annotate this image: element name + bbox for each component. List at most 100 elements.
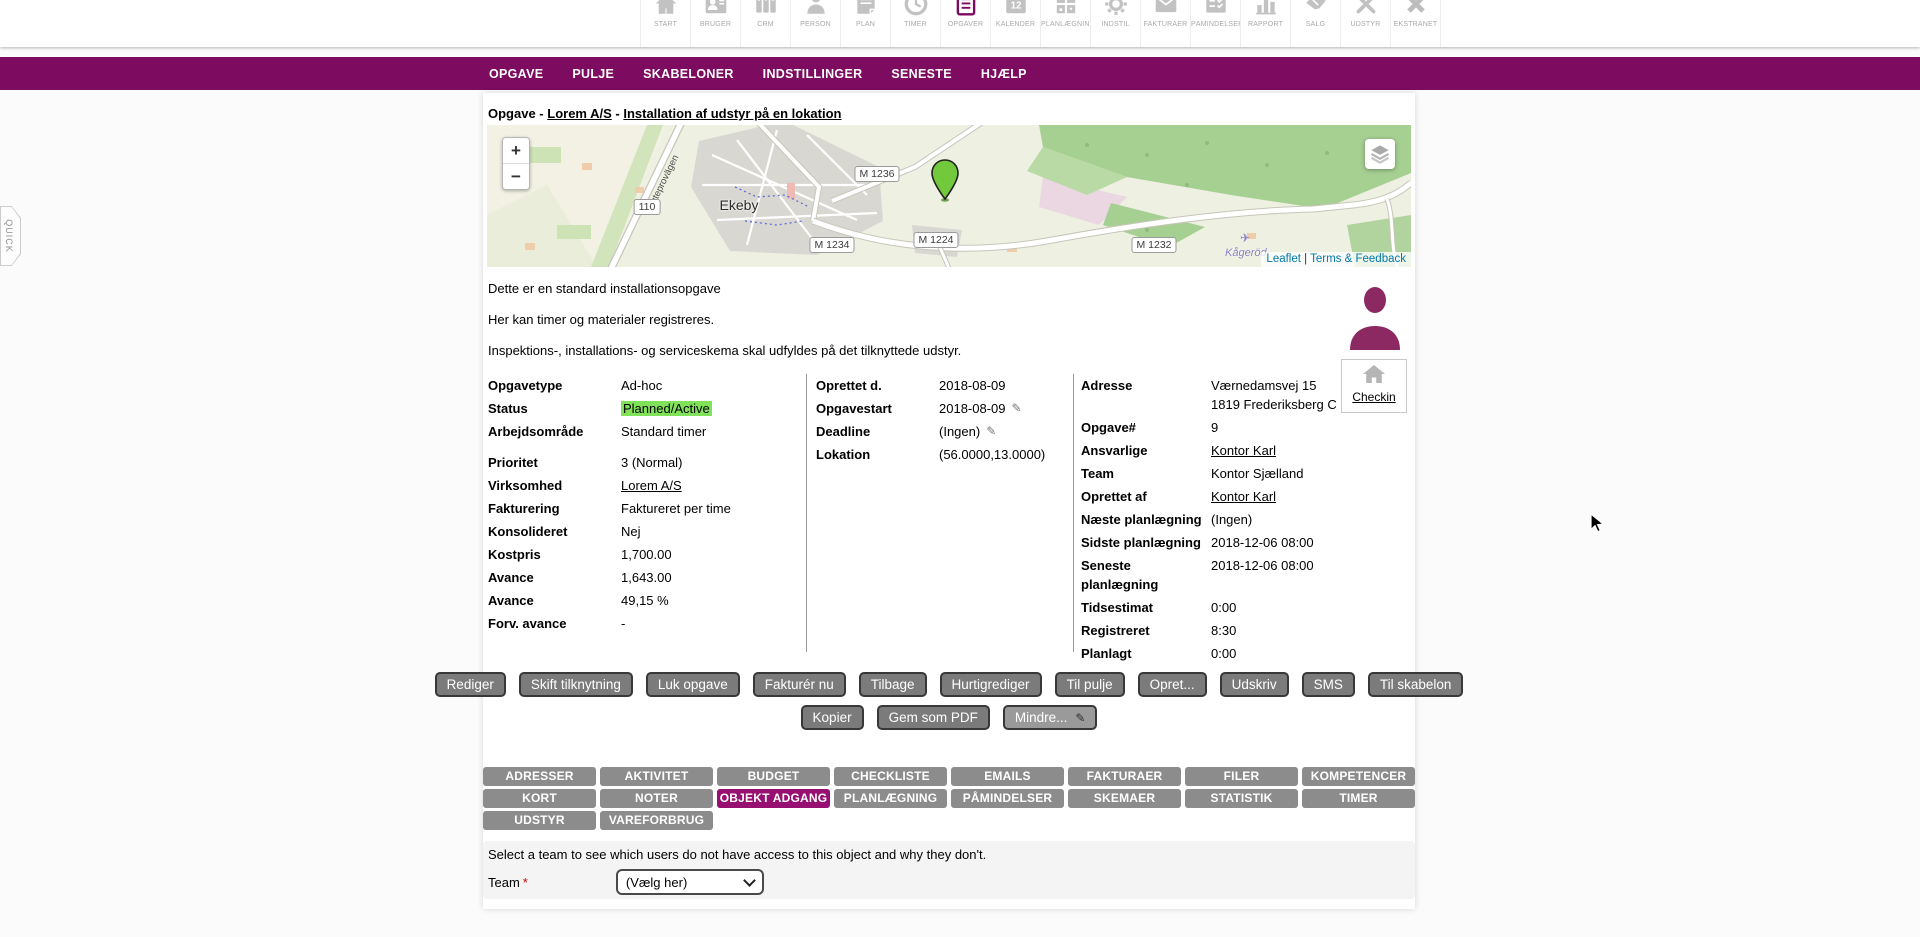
team-label: Team xyxy=(488,875,520,890)
tab-button[interactable]: ADRESSER xyxy=(483,767,596,786)
task-detail-card: Opgave - Lorem A/S - Installation af uds… xyxy=(483,93,1415,909)
toolbar-item-plan[interactable]: PLAN xyxy=(841,0,891,47)
toolbar-item-person[interactable]: PERSON xyxy=(791,0,841,47)
action-button[interactable]: SMS xyxy=(1302,672,1355,697)
terms-feedback-link[interactable]: Terms & Feedback xyxy=(1310,253,1406,265)
leaflet-link[interactable]: Leaflet xyxy=(1266,253,1301,265)
toolbar-item-start[interactable]: START xyxy=(640,0,691,47)
detail-row: Oprettet d.2018-08-09 xyxy=(816,376,1064,395)
edit-deadline-icon[interactable]: ✎ xyxy=(986,422,996,441)
tab-button[interactable]: AKTIVITET xyxy=(600,767,713,786)
toolbar-item-opgaver[interactable]: OPGAVER xyxy=(941,0,991,47)
tab-button[interactable]: FAKTURAER xyxy=(1068,767,1181,786)
task-description-line: Dette er en standard installationsopgave xyxy=(488,279,1265,298)
toolbar-item-timer[interactable]: TIMER xyxy=(891,0,941,47)
binders-icon xyxy=(753,0,779,17)
detail-row: Registreret8:30 xyxy=(1081,621,1413,640)
action-button[interactable]: Til pulje xyxy=(1055,672,1125,697)
map[interactable]: + − 110 M 1236 M 1234 M 1224 M 1232 Ekeb… xyxy=(487,125,1411,267)
action-button[interactable]: Luk opgave xyxy=(646,672,740,697)
toolbar-item-ekstranet[interactable]: EKSTRANET xyxy=(1391,0,1441,47)
zoom-out-button[interactable]: − xyxy=(503,163,529,189)
toolbar-item-bruger[interactable]: BRUGER xyxy=(691,0,741,47)
detail-row: Opgave#9 xyxy=(1081,418,1413,437)
tab-button[interactable]: CHECKLISTE xyxy=(834,767,947,786)
edit-opgavestart-icon[interactable]: ✎ xyxy=(1012,399,1022,418)
tabs-row-1: ADRESSERAKTIVITETBUDGETCHECKLISTEEMAILSF… xyxy=(483,767,1415,786)
tab-button[interactable]: UDSTYR xyxy=(483,811,596,830)
column-divider xyxy=(806,374,807,652)
tab-button[interactable]: BUDGET xyxy=(717,767,830,786)
quick-tab[interactable]: QUICK xyxy=(0,206,21,266)
action-button[interactable]: Opret... xyxy=(1138,672,1207,697)
tab-button[interactable]: SKEMAER xyxy=(1068,789,1181,808)
team-select[interactable]: (Vælg her) xyxy=(616,869,764,895)
road-label-m1232: M 1232 xyxy=(1131,237,1176,253)
menu-item[interactable]: PULJE xyxy=(572,67,614,81)
toolbar-item-fakturaer[interactable]: FAKTURAER xyxy=(1141,0,1191,47)
toolbar-item-paamindelser[interactable]: PÅMINDELSER xyxy=(1191,0,1241,47)
action-button[interactable]: Fakturér nu xyxy=(753,672,846,697)
toolbar-item-indstil[interactable]: INDSTIL xyxy=(1091,0,1141,47)
tab-button[interactable]: EMAILS xyxy=(951,767,1064,786)
tab-button[interactable]: NOTER xyxy=(600,789,713,808)
toolbar-item-planlaegning[interactable]: PLANLÆGNING xyxy=(1041,0,1091,47)
required-mark: * xyxy=(523,875,528,890)
menu-item[interactable]: OPGAVE xyxy=(489,67,543,81)
menu-item[interactable]: SENESTE xyxy=(891,67,951,81)
tab-button[interactable]: KORT xyxy=(483,789,596,808)
toolbar-item-salg[interactable]: SALG xyxy=(1291,0,1341,47)
menu-item[interactable]: INDSTILLINGER xyxy=(763,67,863,81)
breadcrumb-company-link[interactable]: Lorem A/S xyxy=(547,106,612,121)
toolbar-item-crm[interactable]: CRM xyxy=(741,0,791,47)
tab-button[interactable]: OBJEKT ADGANG xyxy=(717,789,830,808)
mouse-cursor xyxy=(1590,513,1608,535)
tab-button[interactable]: KOMPETENCER xyxy=(1302,767,1415,786)
menu-item[interactable]: SKABELONER xyxy=(643,67,734,81)
action-button[interactable]: Gem som PDF xyxy=(877,705,990,730)
action-button[interactable]: Skift tilknytning xyxy=(519,672,633,697)
created-by-link[interactable]: Kontor Karl xyxy=(1211,487,1276,506)
breadcrumb-section: Opgave xyxy=(488,106,536,121)
place-label-kagerod: Kågeröd xyxy=(1225,247,1267,259)
detail-row: Opgavestart2018-08-09✎ xyxy=(816,399,1064,418)
company-link[interactable]: Lorem A/S xyxy=(621,476,682,495)
detail-row: AnsvarligeKontor Karl xyxy=(1081,441,1413,460)
planning-grid-icon xyxy=(1053,0,1079,17)
tab-button[interactable]: VAREFORBRUG xyxy=(600,811,713,830)
zoom-in-button[interactable]: + xyxy=(503,138,529,163)
map-attribution: Leaflet | Terms & Feedback xyxy=(1261,252,1411,267)
person-silhouette-icon xyxy=(1347,286,1403,350)
menu-item[interactable]: HJÆLP xyxy=(981,67,1027,81)
detail-row: VirksomhedLorem A/S xyxy=(488,476,800,495)
tab-button[interactable]: PLANLÆGNING xyxy=(834,789,947,808)
toolbar-item-kalender[interactable]: 12 KALENDER xyxy=(991,0,1041,47)
toolbar-item-udstyr[interactable]: UDSTYR xyxy=(1341,0,1391,47)
action-button[interactable]: Rediger xyxy=(435,672,506,697)
detail-row: KonsolideretNej xyxy=(488,522,800,541)
action-button[interactable]: Kopier xyxy=(801,705,864,730)
action-button[interactable]: Udskriv xyxy=(1220,672,1289,697)
gear-icon xyxy=(1103,0,1129,17)
responsible-user-link[interactable]: Kontor Karl xyxy=(1211,441,1276,460)
tab-button[interactable]: FILER xyxy=(1185,767,1298,786)
detail-row: Avance1,643.00 xyxy=(488,568,800,587)
action-button[interactable]: Tilbage xyxy=(859,672,927,697)
map-layers-control[interactable] xyxy=(1365,139,1395,169)
road-label-m1224: M 1224 xyxy=(913,232,958,248)
action-button[interactable]: Hurtigrediger xyxy=(940,672,1042,697)
tab-button[interactable]: STATISTIK xyxy=(1185,789,1298,808)
tab-button[interactable]: TIMER xyxy=(1302,789,1415,808)
avatar xyxy=(1347,286,1403,350)
breadcrumb-task-link[interactable]: Installation af udstyr på en lokation xyxy=(623,106,841,121)
action-button[interactable]: Til skabelon xyxy=(1368,672,1464,697)
tab-button[interactable]: PÅMINDELSER xyxy=(951,789,1064,808)
team-row: Team * (Vælg her) xyxy=(488,869,1410,895)
toolbar-item-rapport[interactable]: RAPPORT xyxy=(1241,0,1291,47)
object-access-panel: Select a team to see which users do not … xyxy=(483,841,1415,899)
action-button[interactable]: Mindre...✎ xyxy=(1003,705,1098,730)
status-badge: Planned/Active xyxy=(621,401,712,416)
detail-row: Prioritet3 (Normal) xyxy=(488,453,800,472)
detail-row: ArbejdsområdeStandard timer xyxy=(488,422,800,441)
map-zoom-control: + − xyxy=(502,137,530,190)
